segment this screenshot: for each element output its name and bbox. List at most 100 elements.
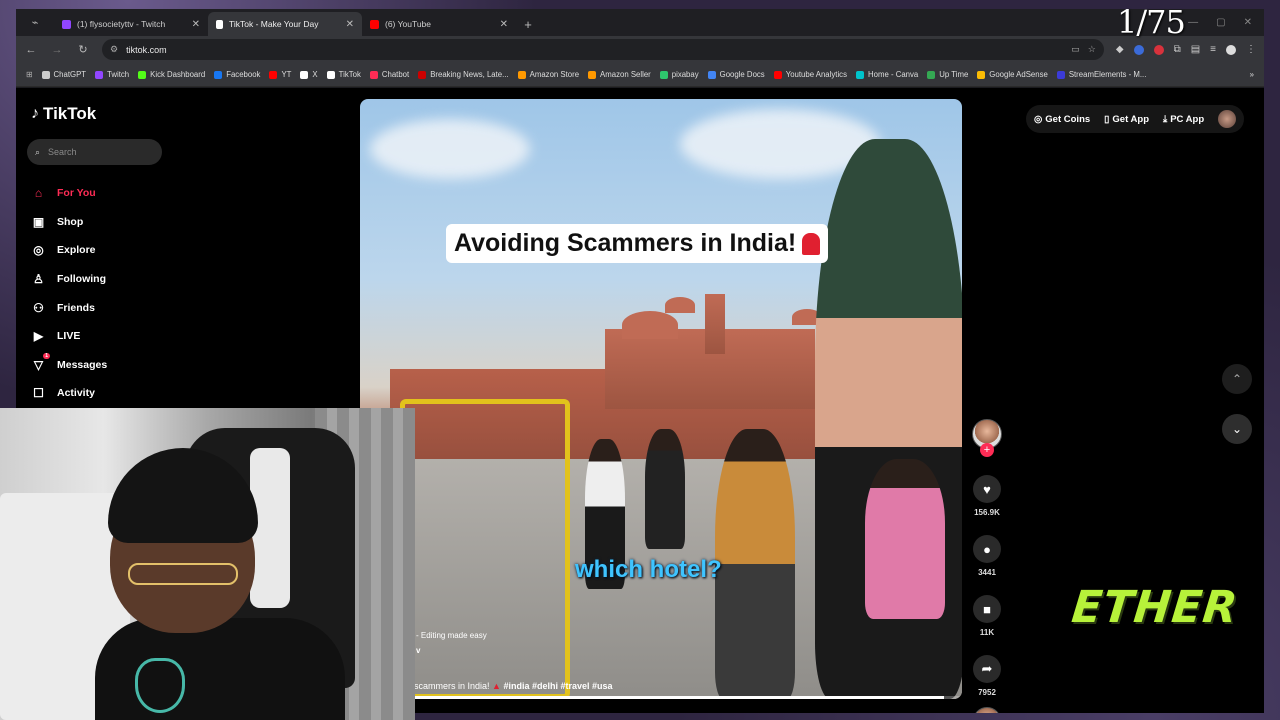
kebab-menu-icon[interactable]: ⋮ [1246, 44, 1256, 55]
tiktok-logo[interactable]: ♪ TikTok [31, 104, 96, 124]
bookmark-item[interactable]: Chatbot [369, 70, 410, 79]
follow-plus-icon[interactable]: + [980, 443, 994, 457]
back-icon[interactable]: ← [24, 44, 38, 56]
coin-icon: ◎ [1034, 113, 1043, 125]
bookmark-item[interactable]: Twitch [95, 70, 129, 79]
bookmark-item[interactable]: Google AdSense [977, 70, 1048, 79]
search-input[interactable]: ⌕ Search [27, 139, 162, 165]
video-meta: - Editing made easy v [416, 631, 487, 655]
sidebar-item-explore[interactable]: ◎ Explore [31, 236, 107, 265]
close-window-icon[interactable]: ✕ [1244, 17, 1252, 28]
new-tab-button[interactable]: + [516, 12, 540, 36]
restore-icon[interactable]: ▢ [1216, 17, 1225, 28]
bookmark-item[interactable]: StreamElements - M... [1056, 70, 1147, 79]
tiktok-icon [216, 19, 223, 29]
bookmark-item[interactable]: Home - Canva [855, 70, 918, 79]
bookmark-icon[interactable]: ■ [973, 595, 1001, 623]
meta-line: v [416, 646, 421, 655]
bookmark-item[interactable]: Amazon Store [517, 70, 579, 79]
bookmark-item[interactable]: Up Time [927, 70, 968, 79]
share-icon[interactable]: ➦ [973, 655, 1001, 683]
bookmark-item[interactable]: YT [269, 70, 291, 79]
address-bar[interactable]: ⚙ tiktok.com ▭ ☆ [102, 39, 1104, 60]
video-title-caption: Avoiding Scammers in India! [446, 224, 829, 263]
pc-app-button[interactable]: ⤓ PC App [1163, 114, 1204, 125]
webcam-overlay [0, 408, 415, 720]
twitch-icon [62, 19, 71, 29]
reload-icon[interactable]: ↻ [76, 43, 90, 56]
sidebar-item-following[interactable]: ♙ Following [31, 265, 107, 294]
bookmark-item[interactable]: pixabay [659, 70, 699, 79]
youtube-icon [370, 19, 379, 29]
sidebar-icon[interactable]: ▤ [1191, 44, 1200, 55]
tab-twitch[interactable]: (1) flysocietyttv - Twitch ✕ [54, 12, 208, 36]
close-icon[interactable]: ✕ [500, 19, 508, 30]
sidebar-item-activity[interactable]: ☐ Activity [31, 379, 107, 408]
like-heart-icon[interactable]: ♥ [973, 475, 1001, 503]
bookmark-favicon-icon [138, 70, 147, 79]
bookmark-item[interactable]: TikTok [326, 70, 361, 79]
get-app-label: Get App [1112, 113, 1149, 125]
previous-video-button[interactable]: ⌃ [1222, 364, 1252, 394]
minimize-icon[interactable]: — [1188, 17, 1198, 28]
bookmark-item[interactable]: Youtube Analytics [773, 70, 847, 79]
get-coins-button[interactable]: ◎ Get Coins [1034, 114, 1090, 125]
tab-search-icon[interactable]: ⌁ [16, 9, 54, 36]
video-progress-bar[interactable] [360, 696, 962, 699]
bookmark-favicon-icon [773, 70, 782, 79]
top-right-actions: ◎ Get Coins ▯ Get App ⤓ PC App [1026, 105, 1244, 133]
share-count: 7952 [978, 688, 996, 697]
cast-icon[interactable]: ▭ [1071, 44, 1080, 55]
close-icon[interactable]: ✕ [192, 19, 200, 30]
bookmark-item[interactable]: Kick Dashboard [138, 70, 205, 79]
tab-tiktok[interactable]: TikTok - Make Your Day ✕ [208, 12, 362, 36]
forward-icon[interactable]: → [50, 44, 64, 56]
shop-icon: ▣ [32, 214, 45, 229]
site-info-icon[interactable]: ⚙ [110, 44, 118, 55]
apps-grid-icon[interactable]: ⊞ [26, 70, 33, 79]
get-app-button[interactable]: ▯ Get App [1104, 114, 1149, 125]
bookmark-favicon-icon [214, 70, 223, 79]
bookmark-item[interactable]: Amazon Seller [588, 70, 651, 79]
user-avatar[interactable] [1218, 110, 1236, 128]
comment-icon[interactable]: ● [973, 535, 1001, 563]
bookmark-label: Breaking News, Late... [430, 70, 509, 79]
bookmark-item[interactable]: X [300, 70, 318, 79]
close-icon[interactable]: ✕ [346, 19, 354, 30]
bookmark-item[interactable]: Breaking News, Late... [418, 70, 509, 79]
tab-youtube[interactable]: (6) YouTube ✕ [362, 12, 516, 36]
activity-icon: ☐ [33, 386, 44, 401]
glasses [128, 563, 238, 585]
bookmark-item[interactable]: Google Docs [707, 70, 765, 79]
logo-text: TikTok [43, 104, 97, 123]
brand-logo: ETHER [1069, 582, 1241, 633]
caption-hashtags[interactable]: #india #delhi #travel #usa [503, 681, 612, 691]
sidebar-item-shop[interactable]: ▣ Shop [31, 208, 107, 237]
video-subtitle: which hotel? [575, 556, 722, 583]
person-yellow-shirt [715, 429, 795, 699]
sidebar-item-live[interactable]: ▶ LIVE [31, 322, 107, 351]
video-player[interactable]: Avoiding Scammers in India! which hotel?… [360, 99, 962, 699]
music-disc-avatar[interactable] [973, 707, 1001, 713]
extension-icon[interactable] [1133, 44, 1144, 55]
phone-icon: ▯ [1104, 113, 1110, 125]
tab-title: (6) YouTube [385, 19, 431, 29]
puzzle-icon[interactable]: ⧉ [1174, 44, 1181, 55]
bookmark-label: Chatbot [381, 70, 410, 79]
sidebar-item-messages[interactable]: ▽ 1 Messages [31, 351, 107, 380]
sidebar-item-for-you[interactable]: ⌂ For You [31, 179, 107, 208]
bookmark-favicon-icon [977, 70, 986, 79]
menu-list-icon[interactable]: ≡ [1210, 44, 1216, 55]
sidebar-item-friends[interactable]: ⚇ Friends [31, 293, 107, 322]
adblock-icon[interactable] [1153, 44, 1164, 55]
next-video-button[interactable]: ⌄ [1222, 414, 1252, 444]
profile-avatar[interactable] [1226, 44, 1236, 55]
bookmark-star-icon[interactable]: ☆ [1088, 44, 1096, 55]
bookmark-item[interactable]: ChatGPT [41, 70, 86, 79]
save-count: 11K [979, 628, 995, 637]
bookmark-label: TikTok [338, 70, 361, 79]
extension-icon[interactable]: ◆ [1116, 44, 1124, 55]
bookmark-label: StreamElements - M... [1068, 70, 1147, 79]
bookmark-item[interactable]: Facebook [214, 70, 260, 79]
bookmarks-overflow-icon[interactable]: » [1250, 70, 1254, 79]
